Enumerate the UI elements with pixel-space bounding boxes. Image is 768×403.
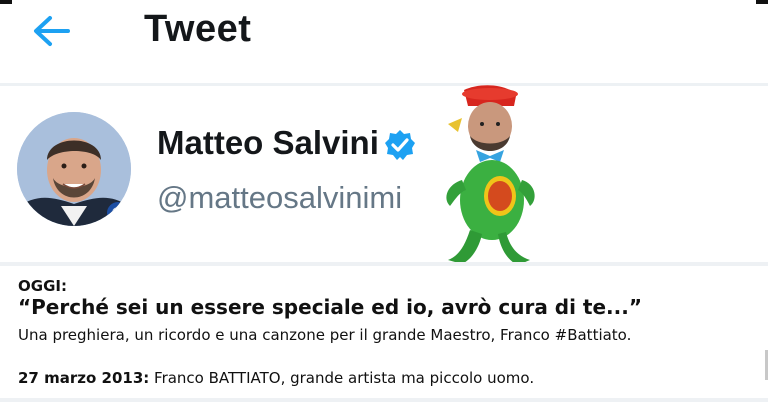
corner-mark-left [0,0,12,4]
caption-quote: “Perché sei un essere speciale ed io, av… [18,295,642,319]
caption-label: OGGI: [18,277,67,295]
display-name[interactable]: Matteo Salvini [157,124,379,162]
avatar-photo [17,112,131,226]
divider [0,262,768,266]
user-handle[interactable]: @matteosalvinimi [157,180,402,216]
divider-bottom [0,398,768,402]
verified-badge-icon [383,128,417,162]
caption-date: 27 marzo 2013: [18,369,150,387]
mascot-sticker [440,84,540,270]
page-title: Tweet [144,8,252,50]
caption-subtitle: Una preghiera, un ricordo e una canzone … [18,326,632,344]
tweet-header: Tweet [0,0,768,86]
caption-old-tweet: 27 marzo 2013: Franco BATTIATO, grande a… [18,369,534,387]
avatar[interactable] [17,112,131,226]
caption-old-tweet-text: Franco BATTIATO, grande artista ma picco… [154,369,535,387]
arrow-left-icon [34,16,70,46]
back-button[interactable] [30,14,72,48]
corner-mark-right [756,0,768,4]
